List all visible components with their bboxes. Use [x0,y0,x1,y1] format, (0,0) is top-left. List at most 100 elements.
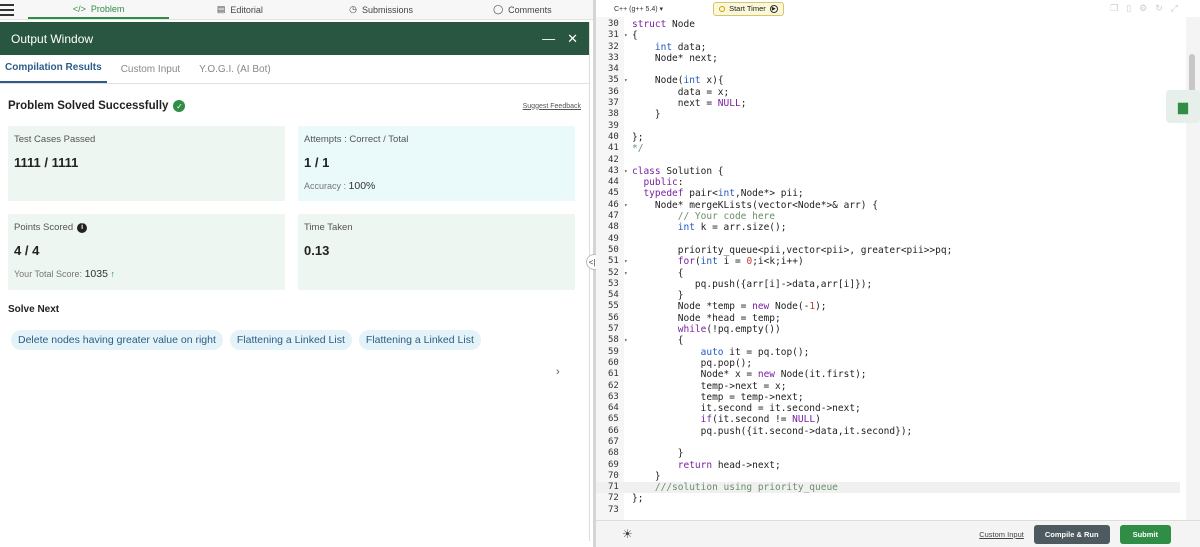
start-timer-button[interactable]: Start Timer ▶ [713,1,784,16]
copy-icon[interactable]: ❐ [1110,3,1118,14]
hamburger-menu-icon[interactable] [0,0,28,19]
code-line[interactable]: 39 [596,121,1180,132]
code-line[interactable]: 72}; [596,493,1180,504]
code-line[interactable]: 40}; [596,132,1180,143]
code-line[interactable]: 35 ▾ Node(int x){ [596,75,1180,86]
settings-icon[interactable]: ⚙ [1139,3,1147,14]
tab-problem[interactable]: </> Problem [28,0,170,19]
line-text: next = NULL; [632,98,747,110]
arrow-up-icon: ↑ [110,269,115,279]
code-line[interactable]: 53 pq.push({arr[i]->data,arr[i]}); [596,279,1180,290]
line-text: while(!pq.empty()) [677,324,781,336]
chat-icon: ▆ [1178,98,1188,114]
code-line[interactable]: 31 ▾{ [596,30,1180,41]
fold-toggle-icon[interactable]: ▾ [624,268,632,279]
code-line[interactable]: 44 public: [596,177,1180,188]
code-line[interactable]: 65 if(it.second != NULL) [596,414,1180,425]
code-line[interactable]: 62 temp->next = x; [596,381,1180,392]
code-line[interactable]: 69 return head->next; [596,460,1180,471]
code-line[interactable]: 30 struct Node [596,19,1180,30]
code-line[interactable]: 60 pq.pop(); [596,358,1180,369]
line-text: int data; [654,41,707,53]
solve-next-chip[interactable]: Flattening a Linked List [358,330,481,350]
fold-toggle-icon[interactable]: ▾ [624,30,632,41]
card-value: 1111 / 1111 [14,155,79,170]
line-number: 64 [608,403,619,414]
chat-button[interactable]: ▆ [1166,90,1200,123]
fold-toggle-icon[interactable]: ▾ [624,200,632,211]
code-line[interactable]: 54 } [596,290,1180,301]
code-line[interactable]: 42 [596,155,1180,166]
line-number: 55 [608,301,619,312]
suggest-feedback-link[interactable]: Suggest Feedback [523,103,581,110]
close-icon[interactable]: ✕ [567,31,578,47]
line-number: 44 [608,177,619,188]
tab-yogi-ai-bot[interactable]: Y.O.G.I. (AI Bot) [194,64,276,83]
code-line[interactable]: 67 [596,437,1180,448]
code-line[interactable]: 70 } [596,471,1180,482]
code-line[interactable]: 38 } [596,109,1180,120]
card-value: 4 / 4 [14,243,40,258]
lightbulb-icon[interactable]: ☀ [622,527,633,541]
fold-toggle-icon[interactable]: ▾ [624,166,632,177]
tab-editorial[interactable]: ▤ Editorial [169,0,310,19]
info-icon[interactable]: i [77,222,88,233]
code-line[interactable]: 51 ▾ for(int i = 0;i<k;i++) [596,256,1180,267]
code-line[interactable]: 56 Node *head = temp; [596,313,1180,324]
minimize-icon[interactable]: — [542,31,555,46]
code-line[interactable]: 55 Node *temp = new Node(-1); [596,301,1180,312]
card-label: Time Taken [304,222,353,233]
fold-toggle-icon[interactable]: ▾ [624,335,632,346]
tab-custom-input[interactable]: Custom Input [116,64,185,83]
code-line[interactable]: 46 ▾ Node* mergeKLists(vector<Node*>& arr… [596,200,1180,211]
code-line[interactable]: 66 pq.push({it.second->data,it.second}); [596,426,1180,437]
code-line[interactable]: 52 ▾ { [596,268,1180,279]
code-line[interactable]: 41 */ [596,143,1180,154]
code-line[interactable]: 59 auto it = pq.top(); [596,347,1180,358]
code-line[interactable]: 43 ▾ class Solution { [596,166,1180,177]
code-line[interactable]: 63 temp = temp->next; [596,392,1180,403]
tab-comments[interactable]: ◯ Comments [452,0,593,19]
fullscreen-icon[interactable]: ⤢ [1171,3,1178,14]
code-line[interactable]: 50 priority_queue<pii,vector<pii>, great… [596,245,1180,256]
tab-submissions[interactable]: ◷ Submissions [311,0,452,19]
solve-next-chip[interactable]: Flattening a Linked List [229,330,352,350]
code-line[interactable]: 37 next = NULL; [596,98,1180,109]
file-icon[interactable]: ▯ [1126,3,1131,14]
line-text: priority_queue<pii,vector<pii>, greater<… [632,244,953,256]
code-line[interactable]: 68 } [596,448,1180,459]
code-line[interactable]: 34 [596,64,1180,75]
tab-compilation-results[interactable]: Compilation Results [0,62,107,83]
tab-label: Editorial [230,4,263,15]
code-line[interactable]: 47 // Your code here [596,211,1180,222]
code-line[interactable]: 45 typedef pair<int,Node*> pii; [596,188,1180,199]
code-line[interactable]: 61 Node* x = new Node(it.first); [596,369,1180,380]
code-line[interactable]: 32 int data; [596,42,1180,53]
code-line[interactable]: 71 ///solution using priority_queue [596,482,1180,494]
solve-next-chip[interactable]: Delete nodes having greater value on rig… [11,330,223,350]
code-line[interactable]: 64 it.second = it.second->next; [596,403,1180,414]
compile-run-button[interactable]: Compile & Run [1033,524,1110,544]
reset-icon[interactable]: ↻ [1155,3,1163,14]
code-line[interactable]: 36 data = x; [596,87,1180,98]
code-line[interactable]: 73 [596,505,1180,516]
submit-button[interactable]: Submit [1119,524,1171,544]
fold-toggle-icon[interactable]: ▾ [624,256,632,267]
code-line[interactable]: 58 ▾ { [596,335,1180,346]
language-select[interactable]: C++ (g++ 5.4) ▾ [614,5,663,13]
code-line[interactable]: 49 [596,234,1180,245]
chevron-right-icon[interactable]: › [556,366,560,378]
code-line[interactable]: 57 while(!pq.empty()) [596,324,1180,335]
code-editor[interactable]: 30 struct Node 31 ▾{32 int data; 33 Node* ne… [596,19,1180,516]
card-label-row: Points Scored i [14,222,279,233]
fold-toggle-icon[interactable]: ▾ [624,75,632,86]
line-number: 35 [608,75,619,86]
code-line[interactable]: 48 int k = arr.size(); [596,222,1180,233]
custom-input-link[interactable]: Custom Input [979,530,1024,539]
line-text [632,121,1180,132]
code-line[interactable]: 33 Node* next; [596,53,1180,64]
